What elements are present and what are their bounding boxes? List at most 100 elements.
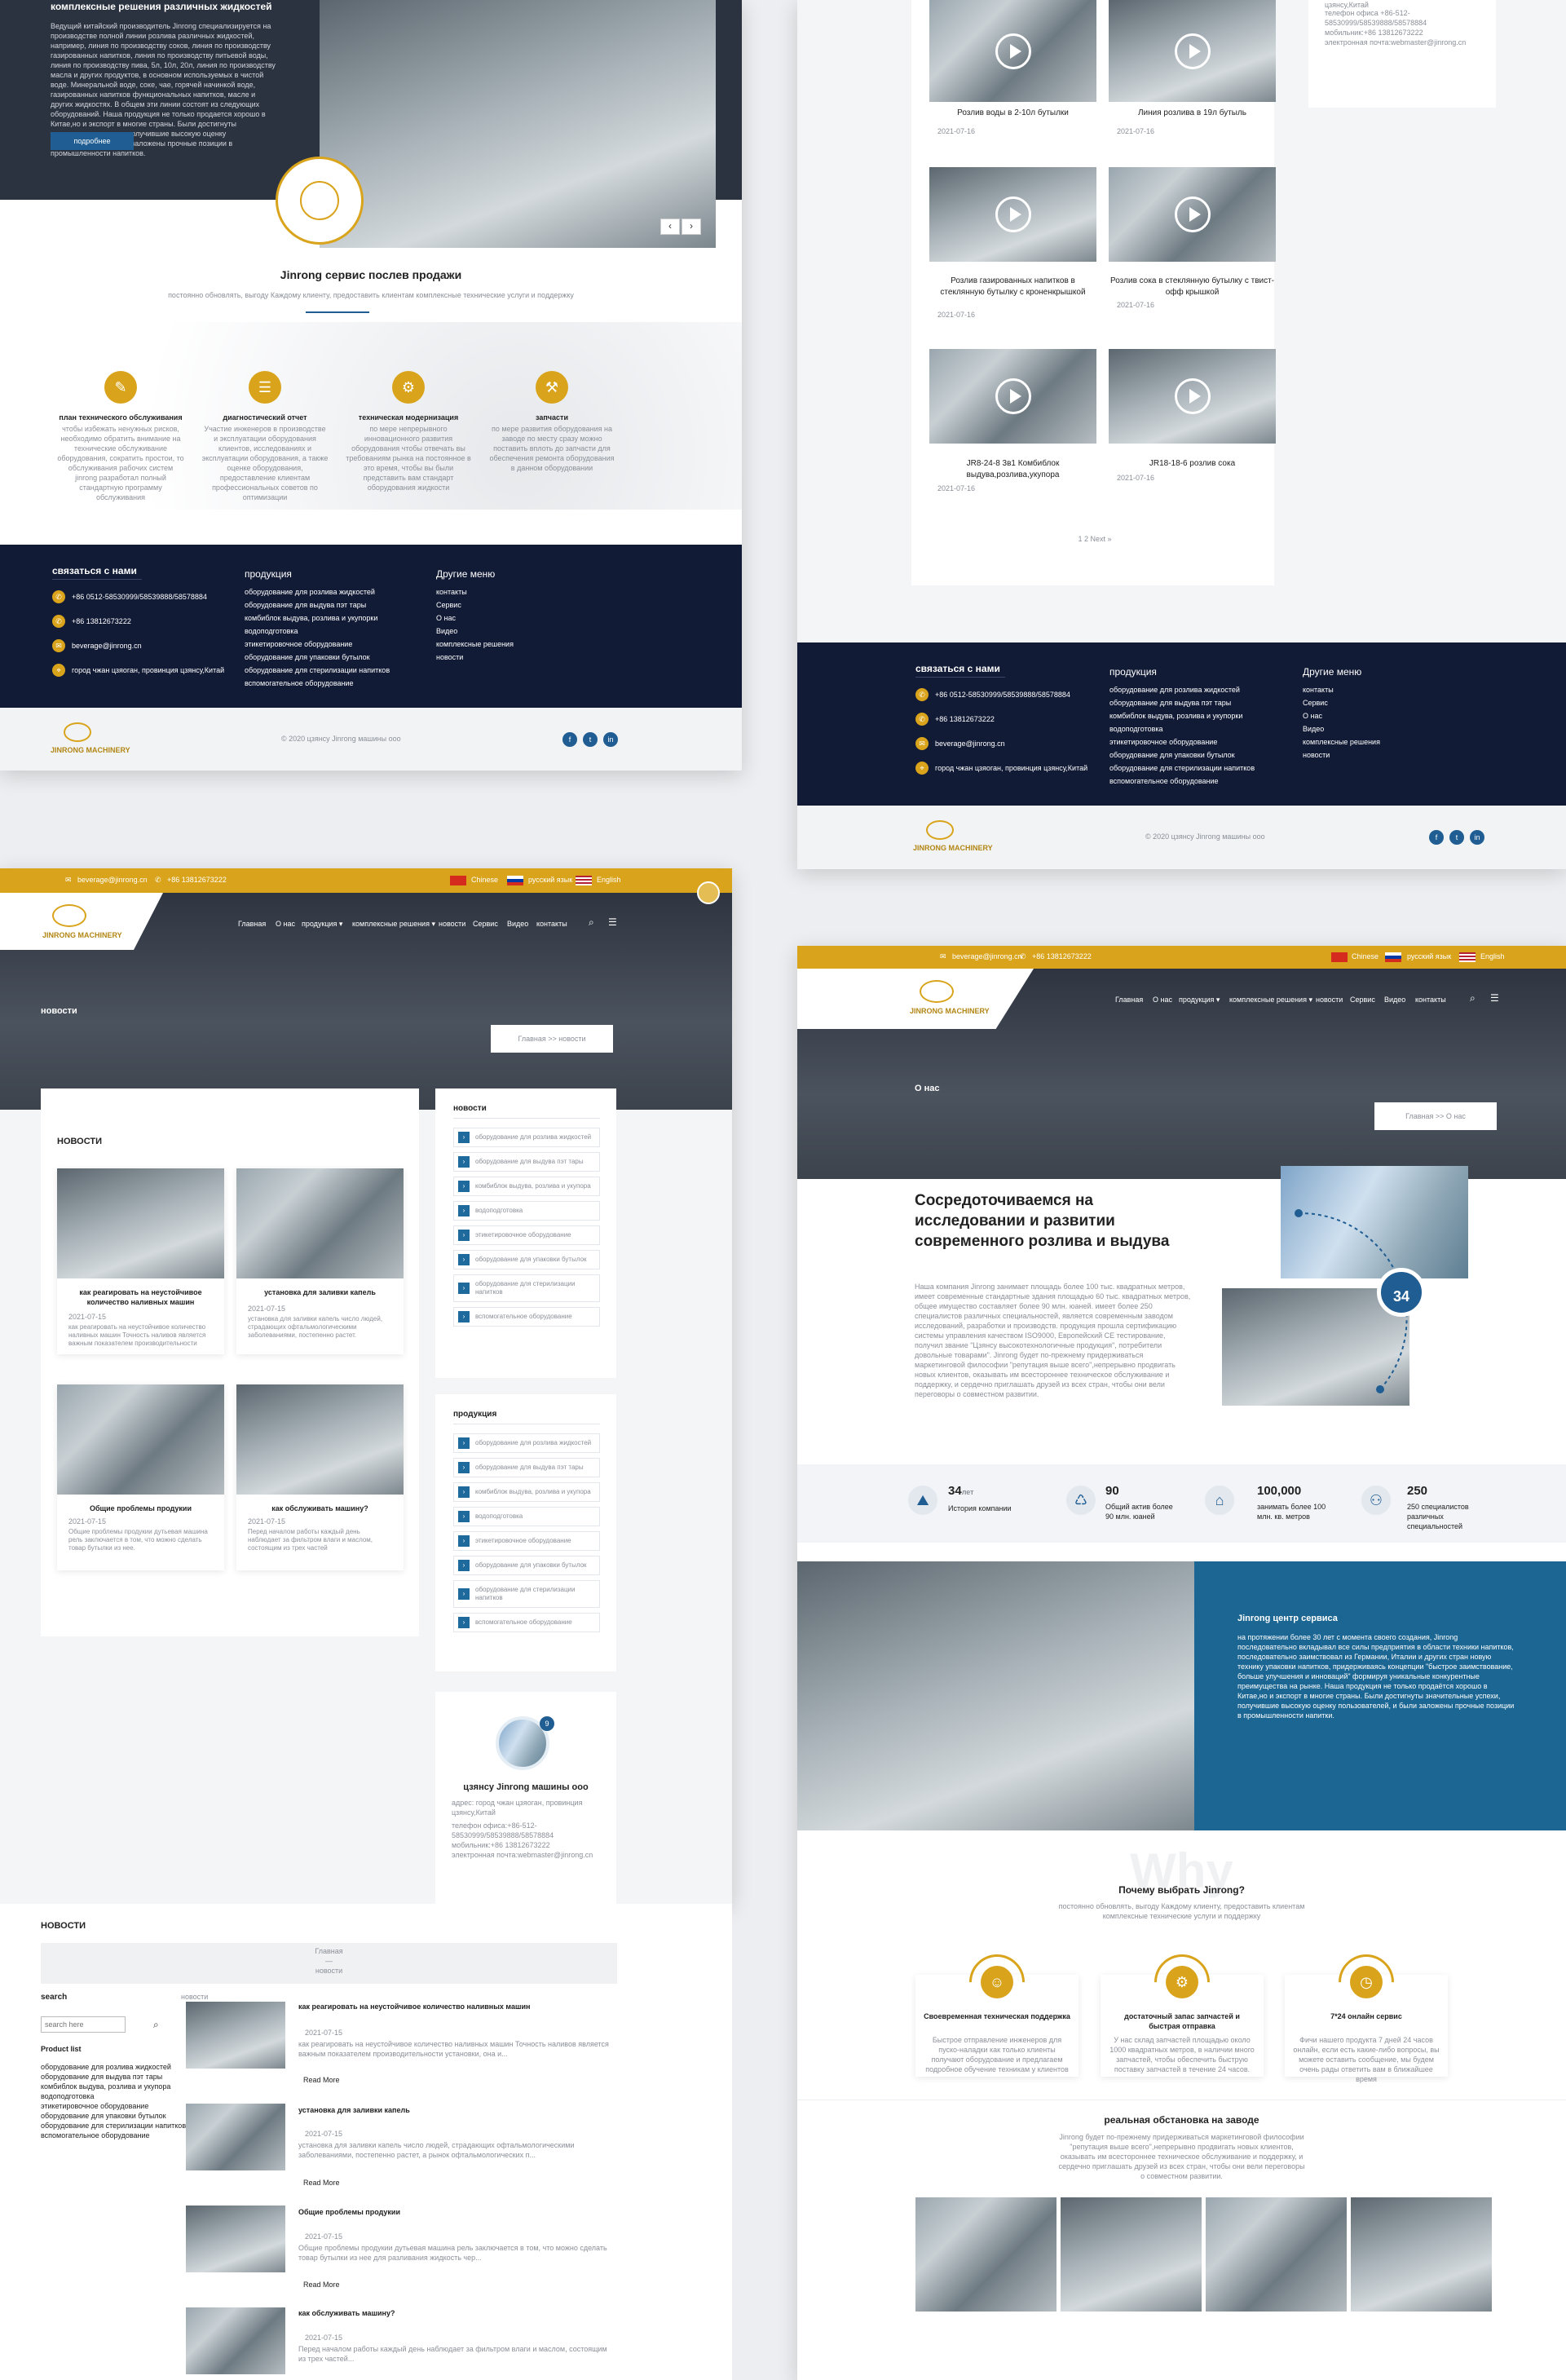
sidebar-product-item[interactable]: › этикетировочное оборудование	[453, 1531, 600, 1551]
flag-en-icon[interactable]	[576, 876, 592, 885]
news-row-image[interactable]	[186, 2002, 285, 2069]
video-thumb[interactable]	[1109, 167, 1276, 262]
flag-ru-icon[interactable]	[507, 876, 523, 885]
footer-menu-link[interactable]: контакты	[1303, 685, 1425, 698]
footer-product-link[interactable]: комбиблок выдува, розлива и укупорки	[245, 613, 408, 626]
product-list-item[interactable]: оборудование для стерилизации напитков	[41, 2121, 204, 2131]
product-list-item[interactable]: оборудование для розлива жидкостей	[41, 2062, 204, 2072]
news-card[interactable]: Общие проблемы продукии 2021-07-15 Общие…	[57, 1384, 224, 1570]
footer-product-link[interactable]: оборудование для стерилизации напитков	[1109, 763, 1273, 776]
sidebar-product-item[interactable]: › водоподготовка	[453, 1507, 600, 1526]
footer-menu-link[interactable]: новости	[436, 652, 558, 665]
video-title[interactable]: Розлив сока в стеклянную бутылку с твист…	[1109, 276, 1276, 298]
video-thumb[interactable]	[929, 349, 1096, 444]
news-row-image[interactable]	[186, 2307, 285, 2374]
flag-cn-icon[interactable]	[1331, 952, 1348, 962]
sidebar-product-item[interactable]: › оборудование для стерилизации напитков	[453, 1580, 600, 1608]
lang-cn[interactable]: Chinese	[1352, 952, 1379, 961]
facebook-icon[interactable]: f	[1429, 830, 1444, 845]
product-list-item[interactable]: вспомогательное оборудование	[41, 2131, 204, 2140]
product-list-item[interactable]: водоподготовка	[41, 2091, 204, 2101]
lang-en[interactable]: English	[1480, 952, 1505, 961]
lang-cn[interactable]: Chinese	[471, 875, 498, 885]
news-image[interactable]	[236, 1384, 404, 1495]
news-card[interactable]: установка для заливки капель 2021-07-15 …	[236, 1168, 404, 1354]
lang-ru[interactable]: русский язык	[1407, 952, 1451, 961]
factory-photo[interactable]	[915, 2197, 1056, 2312]
video-title[interactable]: Розлив газированных напитков в стеклянну…	[929, 276, 1096, 298]
logo-icon[interactable]	[920, 980, 954, 1003]
news-title[interactable]: установка для заливки капель	[245, 1287, 395, 1297]
factory-photo[interactable]	[1206, 2197, 1347, 2312]
read-more-link[interactable]: Read More	[303, 2075, 340, 2085]
flag-ru-icon[interactable]	[1385, 952, 1401, 962]
sidebar-product-item[interactable]: › оборудование для розлива жидкостей	[453, 1433, 600, 1453]
nav-item-about[interactable]: О нас	[276, 919, 295, 929]
crumb-home[interactable]: Главная	[41, 1946, 617, 1956]
nav-item-contacts[interactable]: контакты	[536, 919, 567, 929]
sidebar-news-item[interactable]: › этикетировочное оборудование	[453, 1225, 600, 1245]
footer-product-link[interactable]: комбиблок выдува, розлива и укупорки	[1109, 711, 1273, 724]
sidebar-product-item[interactable]: › оборудование для упаковки бутылок	[453, 1556, 600, 1575]
nav-item-service[interactable]: Сервис	[473, 919, 498, 929]
nav-item-video[interactable]: Видео	[507, 919, 528, 929]
logo-text[interactable]: JINRONG MACHINERY	[910, 1006, 990, 1016]
news-row-title[interactable]: установка для заливки капель	[298, 2105, 608, 2115]
topbar-phone[interactable]: +86 13812673222	[167, 875, 227, 885]
play-icon[interactable]	[1174, 378, 1211, 414]
read-more-link[interactable]: Read More	[303, 2178, 340, 2188]
footer-product-link[interactable]: вспомогательное оборудование	[245, 678, 408, 691]
sidebar-product-item[interactable]: › комбиблок выдува, розлива и укупора	[453, 1482, 600, 1502]
slider-prev-button[interactable]: ‹	[660, 219, 680, 235]
footer-product-link[interactable]: этикетировочное оборудование	[245, 639, 408, 652]
news-row-title[interactable]: Общие проблемы продукии	[298, 2207, 608, 2217]
flag-cn-icon[interactable]	[450, 876, 466, 885]
footer-product-link[interactable]: оборудование для выдува пэт тары	[1109, 698, 1273, 711]
footer-menu-link[interactable]: О нас	[1303, 711, 1425, 724]
video-thumb[interactable]	[1109, 349, 1276, 444]
footer-menu-link[interactable]: контакты	[436, 587, 558, 600]
nav-item-products[interactable]: продукция ▾	[302, 919, 342, 929]
linkedin-icon[interactable]: in	[603, 732, 618, 747]
play-icon[interactable]	[995, 33, 1031, 69]
slider-next-button[interactable]: ›	[682, 219, 701, 235]
play-icon[interactable]	[995, 196, 1031, 232]
topbar-phone[interactable]: +86 13812673222	[1032, 952, 1092, 961]
news-title[interactable]: как обслуживать машину?	[245, 1504, 395, 1513]
news-title[interactable]: как реагировать на неустойчивое количест…	[65, 1287, 216, 1307]
footer-product-link[interactable]: водоподготовка	[1109, 724, 1273, 737]
footer-product-link[interactable]: оборудование для упаковки бутылок	[245, 652, 408, 665]
nav-item-solutions[interactable]: комплексные решения ▾	[1229, 995, 1312, 1005]
flag-en-icon[interactable]	[1459, 952, 1476, 962]
topbar-email[interactable]: beverage@jinrong.cn	[77, 875, 148, 885]
footer-menu-link[interactable]: Сервис	[436, 600, 558, 613]
lang-ru[interactable]: русский язык	[528, 875, 572, 885]
nav-item-home[interactable]: Главная	[1115, 995, 1143, 1005]
search-input[interactable]	[41, 2016, 126, 2033]
product-list-item[interactable]: этикетировочное оборудование	[41, 2101, 204, 2111]
play-icon[interactable]	[995, 378, 1031, 414]
video-title[interactable]: JR18-18-6 розлив сока	[1109, 458, 1276, 470]
factory-photo[interactable]	[1351, 2197, 1492, 2312]
footer-menu-link[interactable]: Видео	[436, 626, 558, 639]
sidebar-product-item[interactable]: › оборудование для выдува пэт тары	[453, 1458, 600, 1477]
video-title[interactable]: Розлив воды в 2-10л бутылки	[929, 108, 1096, 119]
breadcrumb[interactable]: Главная >> О нас	[1374, 1102, 1497, 1130]
menu-icon[interactable]: ☰	[1490, 991, 1499, 1005]
news-row-image[interactable]	[186, 2206, 285, 2272]
news-card[interactable]: как реагировать на неустойчивое количест…	[57, 1168, 224, 1354]
news-row-title[interactable]: как обслуживать машину?	[298, 2308, 608, 2318]
more-button[interactable]: подробнее	[51, 132, 134, 150]
breadcrumb[interactable]: Главная >> новости	[491, 1025, 613, 1053]
sidebar-news-item[interactable]: › комбиблок выдува, розлива и укупора	[453, 1177, 600, 1196]
news-image[interactable]	[236, 1168, 404, 1278]
pagination[interactable]: 1 2 Next »	[1042, 534, 1148, 544]
footer-product-link[interactable]: водоподготовка	[245, 626, 408, 639]
twitter-icon[interactable]: t	[583, 732, 598, 747]
footer-product-link[interactable]: вспомогательное оборудование	[1109, 776, 1273, 789]
product-list-item[interactable]: оборудование для выдува пэт тары	[41, 2072, 204, 2082]
play-icon[interactable]	[1174, 196, 1211, 232]
video-thumb[interactable]	[1109, 0, 1276, 102]
news-card[interactable]: как обслуживать машину? 2021-07-15 Перед…	[236, 1384, 404, 1570]
sidebar-product-item[interactable]: › вспомогательное оборудование	[453, 1613, 600, 1632]
